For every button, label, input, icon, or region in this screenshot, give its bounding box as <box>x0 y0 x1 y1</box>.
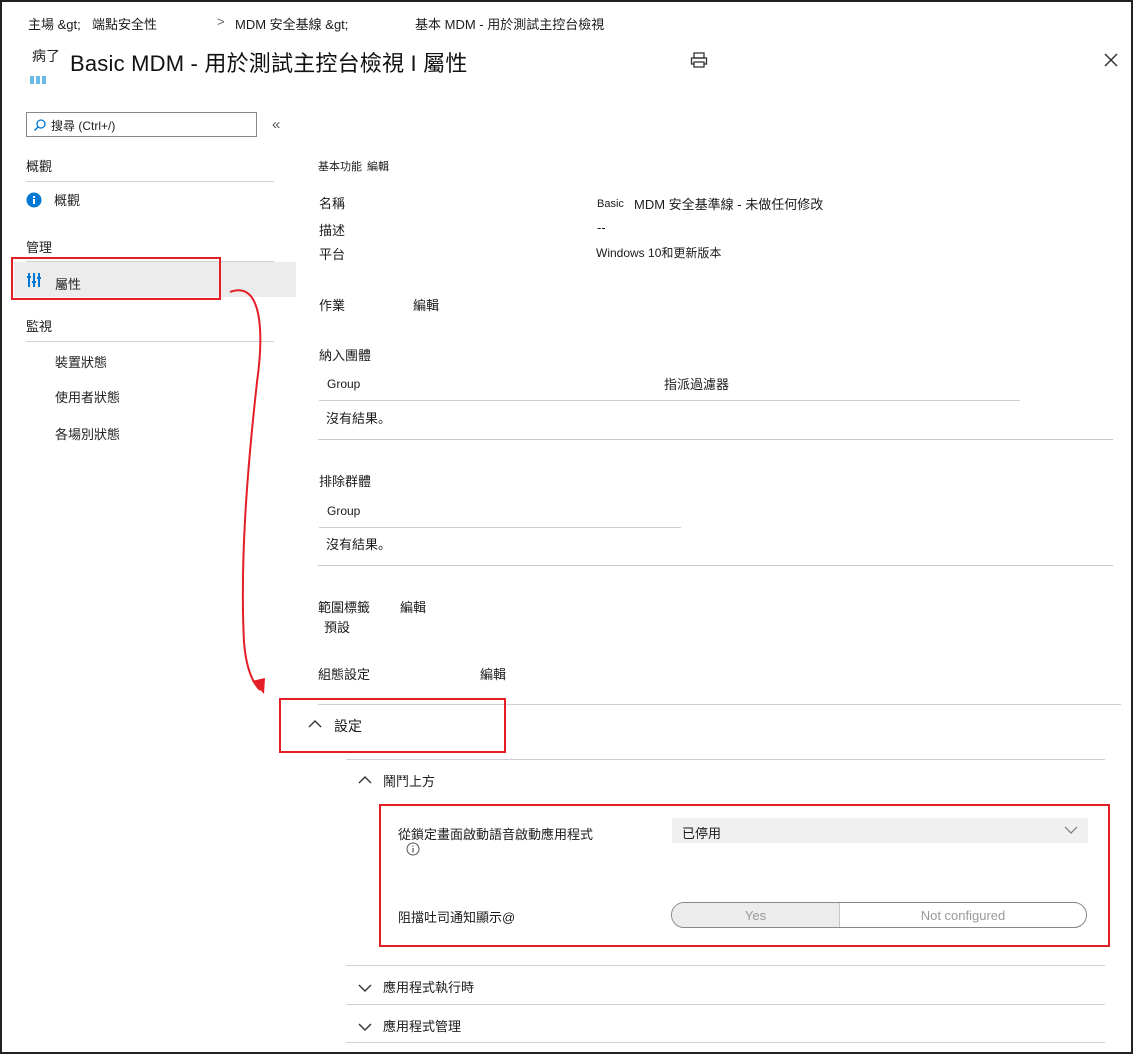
page-title: Basic MDM - 用於測試主控台檢視 I 屬性 <box>70 51 468 76</box>
description-value: -- <box>597 220 606 235</box>
sidebar-item-overview[interactable]: 概觀 <box>54 190 80 209</box>
search-icon <box>33 119 46 132</box>
excluded-empty-text: 沒有結果。 <box>326 537 392 552</box>
divider <box>318 439 1113 440</box>
name-value: MDM 安全基準線 - 未做任何修改 <box>634 197 824 212</box>
collapse-sidebar-icon[interactable]: « <box>272 116 280 133</box>
breadcrumb-separator: > <box>217 14 225 29</box>
included-groups-heading: 納入團體 <box>319 348 372 363</box>
close-icon[interactable] <box>1102 51 1120 69</box>
included-empty-text: 沒有結果。 <box>326 411 392 426</box>
breadcrumb-current: 基本 MDM - 用於測試主控台檢視 <box>415 17 605 32</box>
divider <box>346 965 1105 966</box>
highlight-settings-values <box>379 804 1110 947</box>
assignments-heading: 作業 <box>319 298 346 313</box>
name-label: 名稱 <box>319 196 346 211</box>
platform-value: Windows 10和更新版本 <box>596 246 722 260</box>
breadcrumb-endpoint-security[interactable]: 端點安全性 <box>92 14 157 33</box>
sidebar-item-user-status[interactable]: 使用者狀態 <box>55 387 120 406</box>
highlight-properties <box>11 257 221 300</box>
excluded-col-group: Group <box>327 504 361 518</box>
chevron-down-icon[interactable] <box>358 1020 372 1031</box>
included-col-group: Group <box>327 377 361 391</box>
divider <box>26 341 274 342</box>
table-divider <box>319 527 681 528</box>
above-lock-group-header[interactable]: 鬧鬥上方 <box>383 771 435 790</box>
platform-label: 平台 <box>319 247 346 262</box>
divider <box>346 1004 1105 1005</box>
sidebar-item-device-status[interactable]: 裝置狀態 <box>55 352 107 371</box>
table-divider <box>319 400 1020 401</box>
description-label: 描述 <box>319 223 346 238</box>
app-runtime-group-header[interactable]: 應用程式執行時 <box>383 977 474 996</box>
divider <box>318 565 1113 566</box>
section-monitor: 監視 <box>26 319 53 334</box>
print-icon[interactable] <box>690 52 708 68</box>
configuration-settings-heading: 組態設定 <box>318 667 371 682</box>
divider <box>346 759 1105 760</box>
section-overview: 概觀 <box>26 159 53 174</box>
scope-tag-value: 預設 <box>324 620 351 635</box>
chevron-up-icon[interactable] <box>358 773 372 784</box>
properties-blade: 主場 &gt; 端點安全性 > MDM 安全基線 &gt; 基本 MDM - 用… <box>0 0 1133 1054</box>
breadcrumb-home[interactable]: 主場 &gt; <box>28 14 81 33</box>
divider <box>26 181 274 182</box>
assignments-edit-link[interactable]: 編輯 <box>413 295 439 314</box>
scope-edit-link[interactable]: 編輯 <box>400 597 426 616</box>
search-placeholder: 搜尋 (Ctrl+/) <box>51 119 116 133</box>
scope-tags-heading: 範圍標籤 <box>318 600 371 615</box>
sidebar-item-per-setting-status[interactable]: 各場別狀態 <box>55 424 120 443</box>
app-management-group-header[interactable]: 應用程式管理 <box>383 1016 461 1035</box>
properties-icon <box>30 72 56 84</box>
section-manage: 管理 <box>26 240 53 255</box>
search-input[interactable]: 搜尋 (Ctrl+/) <box>26 112 257 137</box>
basics-heading: 基本功能 <box>318 161 362 173</box>
breadcrumb-mdm-baseline[interactable]: MDM 安全基線 &gt; <box>235 14 348 33</box>
chevron-down-icon[interactable] <box>358 981 372 992</box>
name-value-prefix: Basic <box>597 198 624 210</box>
configuration-edit-link[interactable]: 編輯 <box>480 664 506 683</box>
info-icon <box>26 192 42 208</box>
basics-edit-link[interactable]: 編輯 <box>367 158 389 174</box>
highlight-settings <box>279 698 506 753</box>
divider <box>346 1042 1105 1043</box>
excluded-groups-heading: 排除群體 <box>319 474 372 489</box>
included-col-filter: 指派過濾器 <box>664 377 730 392</box>
title-icon-text: 病了 <box>32 48 60 64</box>
